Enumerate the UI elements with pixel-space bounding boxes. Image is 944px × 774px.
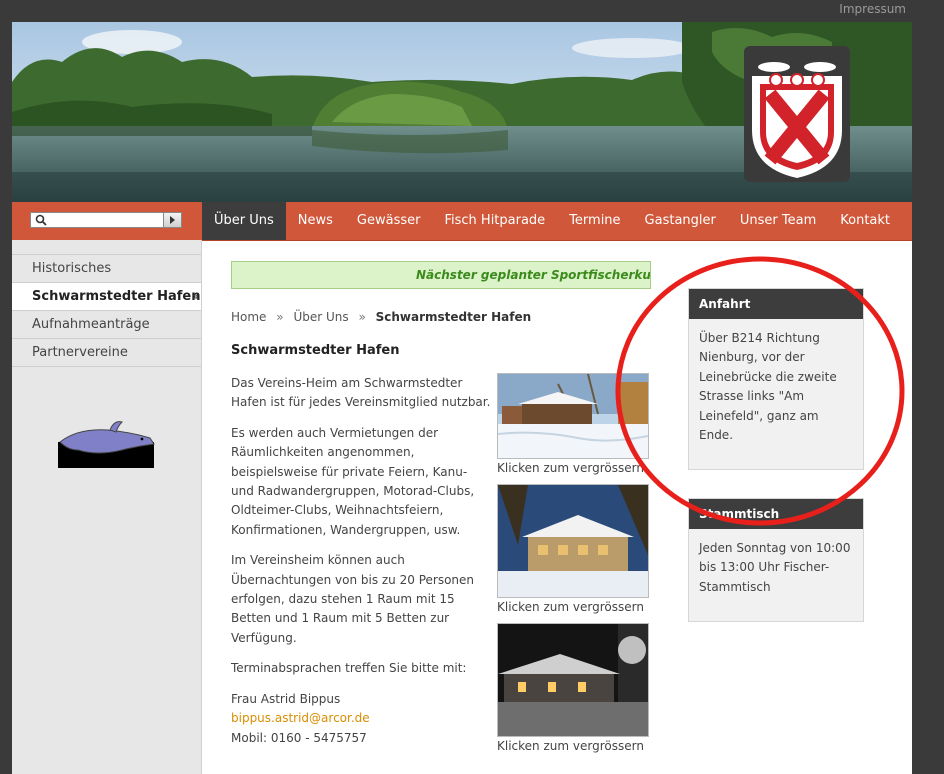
nav-item[interactable]: Fisch Hitparade (432, 202, 557, 240)
breadcrumb: Home » Über Uns » Schwarmstedter Hafen (231, 310, 531, 324)
photo-caption[interactable]: Klicken zum vergrössern (497, 461, 649, 476)
sidebar-item[interactable]: Schwarmstedter Hafen» (12, 282, 201, 310)
club-logo[interactable] (742, 44, 852, 184)
search-input[interactable] (49, 213, 163, 227)
arrow-right-icon (170, 216, 175, 224)
paragraph: Es werden auch Vermietungen der Räumlich… (231, 425, 475, 537)
photo-caption[interactable]: Klicken zum vergrössern (497, 600, 649, 615)
sidebar-item-label: Schwarmstedter Hafen (32, 289, 201, 304)
stammtisch-text: Jeden Sonntag von 10:00 bis 13:00 Uhr Fi… (699, 541, 851, 594)
nav-item[interactable]: Termine (557, 202, 632, 240)
contact-mobile: Mobil: 0160 - 5475757 (231, 730, 367, 745)
contact-name: Frau Astrid Bippus (231, 691, 341, 706)
sidebar-item-label: Partnervereine (32, 345, 128, 360)
breadcrumb-separator: » (276, 310, 284, 324)
left-sidebar: Historisches Schwarmstedter Hafen» Aufnahm… (12, 240, 202, 774)
nav-item[interactable]: News (286, 202, 345, 240)
nav-menu: Über Uns News Gewässer Fisch Hitparade Termi… (202, 202, 902, 240)
contact-email-link[interactable]: bippus.astrid@arcor.de (231, 709, 493, 728)
anfahrt-text: Über B214 Richtung Nienburg, vor der Lei… (699, 331, 837, 443)
photo-caption[interactable]: Klicken zum vergrössern (497, 739, 649, 754)
search-icon (35, 214, 47, 226)
stammtisch-title: Stammtisch (689, 499, 863, 529)
dolphin-logo (58, 421, 155, 468)
nav-item[interactable]: Unser Team (728, 202, 828, 240)
ticker-text: Nächster geplanter Sportfischerkurs (416, 268, 651, 282)
main-navigation: Über Uns News Gewässer Fisch Hitparade Termi… (12, 202, 912, 241)
double-chevron-right-icon: » (191, 290, 199, 303)
photo-club-house-night[interactable] (497, 623, 649, 737)
paragraph: Terminabsprachen treffen Sie bitte mit: (231, 661, 467, 676)
top-bar: Impressum (0, 0, 944, 22)
nav-item[interactable]: Kontakt (828, 202, 902, 240)
breadcrumb-separator: » (358, 310, 366, 324)
breadcrumb-current: Schwarmstedter Hafen (375, 310, 532, 324)
sidebar-item[interactable]: Aufnahmeanträge (12, 310, 201, 338)
sidebar-menu: Historisches Schwarmstedter Hafen» Aufnahm… (12, 254, 201, 367)
anfahrt-title: Anfahrt (689, 289, 863, 319)
sidebar-item-label: Historisches (32, 261, 112, 276)
impressum-link[interactable]: Impressum (839, 2, 906, 16)
nav-item[interactable]: Über Uns (202, 202, 286, 240)
breadcrumb-parent-link[interactable]: Über Uns (293, 310, 348, 324)
photo-snowy-house[interactable] (497, 373, 649, 459)
header-banner (12, 22, 912, 202)
photo-club-house-evening[interactable] (497, 484, 649, 598)
sidebar-item[interactable]: Historisches (12, 254, 201, 282)
page: Über Uns News Gewässer Fisch Hitparade Termi… (12, 22, 912, 774)
paragraph: Das Vereins-Heim am Schwarmstedter Hafen… (231, 376, 491, 410)
nav-item[interactable]: Gewässer (345, 202, 433, 240)
search-submit-button[interactable] (163, 213, 181, 227)
page-title: Schwarmstedter Hafen (231, 343, 400, 358)
sidebar-item-label: Aufnahmeanträge (32, 317, 150, 332)
anfahrt-box: Anfahrt Über B214 Richtung Nienburg, vor… (688, 288, 864, 470)
breadcrumb-home-link[interactable]: Home (231, 310, 266, 324)
stammtisch-box: Stammtisch Jeden Sonntag von 10:00 bis 1… (688, 498, 864, 622)
news-ticker[interactable]: Nächster geplanter Sportfischerkurs (231, 261, 651, 289)
sidebar-item[interactable]: Partnervereine (12, 338, 201, 367)
search-box (30, 212, 182, 228)
article-body: Das Vereins-Heim am Schwarmstedter Hafen… (231, 374, 493, 748)
photo-gallery: Klicken zum vergrössern Klicken zum verg… (497, 373, 649, 762)
paragraph: Im Vereinsheim können auch Übernachtunge… (231, 553, 474, 645)
nav-item[interactable]: Gastangler (633, 202, 728, 240)
